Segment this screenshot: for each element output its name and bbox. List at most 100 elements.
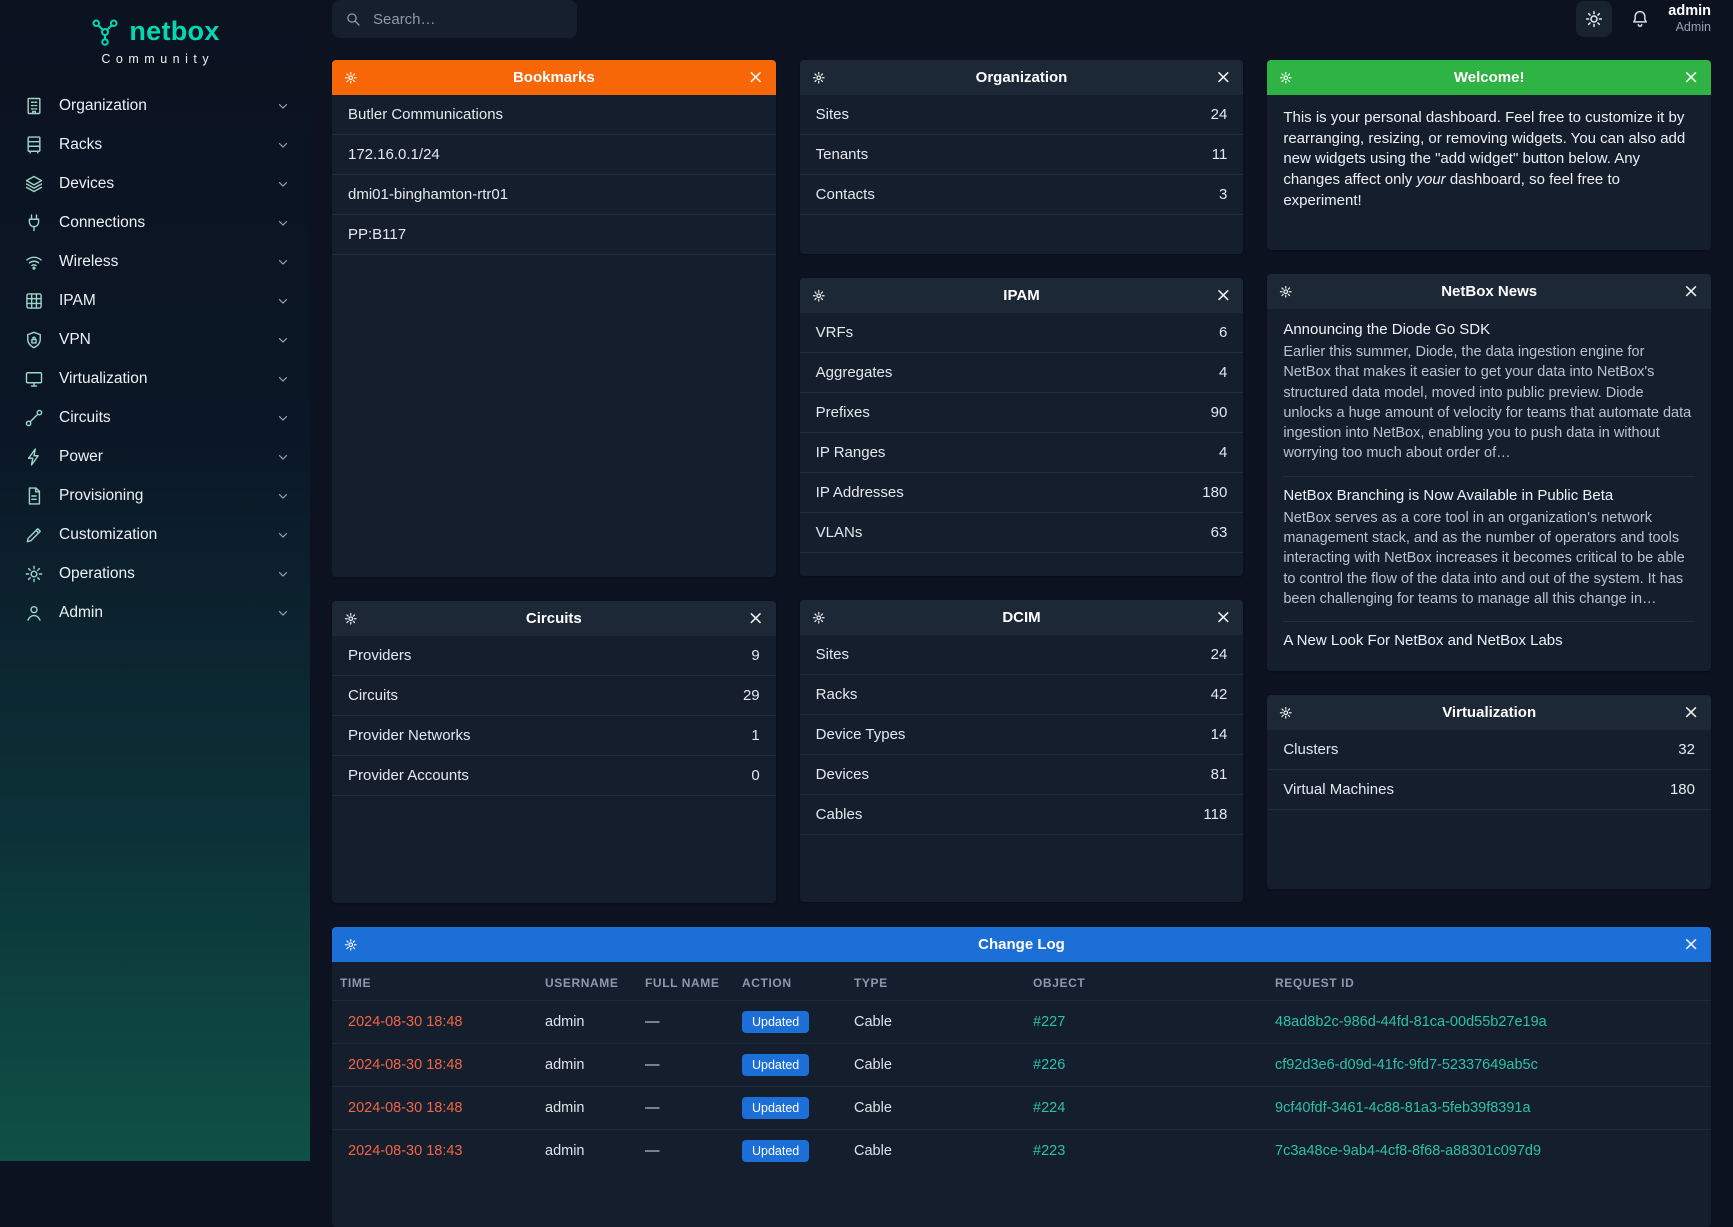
stat-row[interactable]: Providers 9	[332, 636, 776, 676]
operations-icon	[24, 564, 44, 584]
username-cell: admin	[537, 1087, 637, 1130]
widget-config-button[interactable]	[344, 71, 358, 85]
brand[interactable]: netbox Community	[0, 16, 310, 66]
widget-config-button[interactable]	[1279, 71, 1293, 85]
stat-row[interactable]: Cables 118	[800, 795, 1244, 835]
stat-row[interactable]: Circuits 29	[332, 676, 776, 716]
widget-ipam: IPAM × VRFs 6 Aggregates 4	[800, 278, 1244, 576]
chevron-down-icon	[276, 450, 290, 464]
stat-value: 29	[743, 687, 760, 704]
widget-config-button[interactable]	[344, 612, 358, 626]
widget-config-button[interactable]	[812, 289, 826, 303]
sidebar-item[interactable]: Provisioning	[0, 476, 310, 515]
stat-row[interactable]: VRFs 6	[800, 313, 1244, 353]
stat-label: Cables	[816, 806, 1204, 823]
request-id-link[interactable]: 7c3a48ce-9ab4-4cf8-8f68-a88301c097d9	[1275, 1143, 1541, 1159]
close-icon[interactable]: ×	[1215, 608, 1231, 627]
stat-row[interactable]: Prefixes 90	[800, 393, 1244, 433]
stat-value: 11	[1212, 146, 1228, 163]
bookmark-link[interactable]: 172.16.0.1/24	[332, 135, 776, 175]
object-link[interactable]: #224	[1033, 1100, 1065, 1116]
object-link[interactable]: #223	[1033, 1143, 1065, 1159]
stat-value: 180	[1202, 484, 1227, 501]
widget-config-button[interactable]	[1279, 706, 1293, 720]
stat-row[interactable]: Provider Accounts 0	[332, 756, 776, 796]
widget-config-button[interactable]	[1279, 285, 1293, 299]
stat-row[interactable]: Aggregates 4	[800, 353, 1244, 393]
search-input[interactable]	[371, 10, 574, 29]
user-menu[interactable]: admin Admin	[1668, 2, 1711, 36]
sidebar-item[interactable]: Devices	[0, 164, 310, 203]
theme-toggle-button[interactable]	[1576, 1, 1612, 37]
stat-label: Contacts	[816, 186, 1219, 203]
stat-row[interactable]: Sites 24	[800, 635, 1244, 675]
stat-row[interactable]: Virtual Machines 180	[1267, 770, 1711, 810]
widget-config-button[interactable]	[812, 611, 826, 625]
close-icon[interactable]: ×	[1683, 935, 1699, 954]
news-title[interactable]: Announcing the Diode Go SDK	[1283, 321, 1695, 338]
close-icon[interactable]: ×	[748, 609, 764, 628]
chevron-down-icon	[276, 528, 290, 542]
sidebar-item[interactable]: Admin	[0, 593, 310, 632]
user-role: Admin	[1668, 20, 1711, 36]
bookmark-link[interactable]: Butler Communications	[332, 95, 776, 135]
stat-row[interactable]: IP Ranges 4	[800, 433, 1244, 473]
time-link[interactable]: 2024-08-30 18:48	[348, 1014, 463, 1030]
sidebar-item[interactable]: Organization	[0, 86, 310, 125]
stat-value: 180	[1670, 781, 1695, 798]
sidebar-item[interactable]: Circuits	[0, 398, 310, 437]
bookmarks-list: Butler Communications 172.16.0.1/24 dmi0…	[332, 95, 776, 577]
sidebar-item[interactable]: Connections	[0, 203, 310, 242]
widget-config-button[interactable]	[344, 938, 358, 952]
stat-row[interactable]: Tenants 11	[800, 135, 1244, 175]
stat-row[interactable]: Racks 42	[800, 675, 1244, 715]
object-link[interactable]: #227	[1033, 1014, 1065, 1030]
close-icon[interactable]: ×	[1215, 68, 1231, 87]
ipam-icon	[24, 291, 44, 311]
close-icon[interactable]: ×	[1683, 703, 1699, 722]
stat-row[interactable]: Sites 24	[800, 95, 1244, 135]
request-id-link[interactable]: cf92d3e6-d09d-41fc-9fd7-52337649ab5c	[1275, 1057, 1538, 1073]
widget-dcim: DCIM × Sites 24 Racks 42	[800, 600, 1244, 902]
sidebar-item[interactable]: Power	[0, 437, 310, 476]
fullname-cell: —	[637, 1130, 734, 1173]
bookmark-link[interactable]: dmi01-binghamton-rtr01	[332, 175, 776, 215]
time-link[interactable]: 2024-08-30 18:43	[348, 1143, 463, 1159]
stat-row[interactable]: Clusters 32	[1267, 730, 1711, 770]
stat-row[interactable]: Contacts 3	[800, 175, 1244, 215]
news-title[interactable]: NetBox Branching is Now Available in Pub…	[1283, 487, 1695, 504]
widget-title: IPAM	[840, 287, 1204, 304]
sidebar-item[interactable]: Wireless	[0, 242, 310, 281]
action-badge: Updated	[742, 1140, 809, 1162]
stat-row[interactable]: Devices 81	[800, 755, 1244, 795]
object-link[interactable]: #226	[1033, 1057, 1065, 1073]
widget-config-button[interactable]	[812, 71, 826, 85]
time-link[interactable]: 2024-08-30 18:48	[348, 1057, 463, 1073]
bookmark-link[interactable]: PP:B117	[332, 215, 776, 255]
stat-row[interactable]: VLANs 63	[800, 513, 1244, 553]
widget-welcome: Welcome! × This is your personal dashboa…	[1267, 60, 1711, 250]
close-icon[interactable]: ×	[1683, 68, 1699, 87]
stat-row[interactable]: Provider Networks 1	[332, 716, 776, 756]
sidebar-item[interactable]: IPAM	[0, 281, 310, 320]
stat-row[interactable]: Device Types 14	[800, 715, 1244, 755]
news-list: Announcing the Diode Go SDK Earlier this…	[1267, 309, 1711, 671]
welcome-text: This is your personal dashboard. Feel fr…	[1267, 95, 1711, 224]
sidebar-item-label: Organization	[59, 97, 261, 115]
sidebar-item[interactable]: Operations	[0, 554, 310, 593]
sidebar-item[interactable]: VPN	[0, 320, 310, 359]
sidebar-item[interactable]: Virtualization	[0, 359, 310, 398]
close-icon[interactable]: ×	[1683, 282, 1699, 301]
sidebar-item[interactable]: Racks	[0, 125, 310, 164]
close-icon[interactable]: ×	[748, 68, 764, 87]
username-cell: admin	[537, 1044, 637, 1087]
notifications-button[interactable]	[1630, 9, 1650, 29]
close-icon[interactable]: ×	[1215, 286, 1231, 305]
request-id-link[interactable]: 48ad8b2c-986d-44fd-81ca-00d55b27e19a	[1275, 1014, 1547, 1030]
sidebar-item[interactable]: Customization	[0, 515, 310, 554]
time-link[interactable]: 2024-08-30 18:48	[348, 1100, 463, 1116]
stat-row[interactable]: IP Addresses 180	[800, 473, 1244, 513]
stat-label: Providers	[348, 647, 751, 664]
request-id-link[interactable]: 9cf40fdf-3461-4c88-81a3-5feb39f8391a	[1275, 1100, 1531, 1116]
news-title[interactable]: A New Look For NetBox and NetBox Labs	[1283, 632, 1695, 649]
